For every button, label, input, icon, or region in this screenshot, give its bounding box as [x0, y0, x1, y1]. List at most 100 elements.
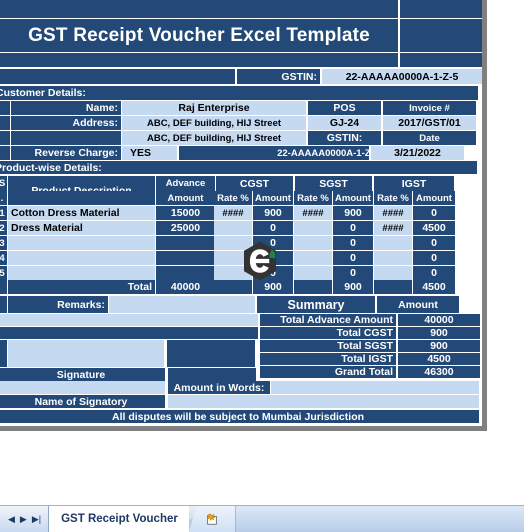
sheet-tab-gst-receipt-voucher[interactable]: GST Receipt Voucher: [49, 506, 189, 532]
cell-sgst_rate[interactable]: [294, 266, 332, 280]
cell-sgst_amt[interactable]: 0: [333, 266, 373, 280]
cell-cgst_amt[interactable]: 900: [253, 206, 293, 220]
cell-sgst_rate[interactable]: [294, 221, 332, 235]
cell-sno[interactable]: 1: [0, 206, 7, 220]
col-header-cgst-rate: Rate %: [214, 191, 252, 205]
cell-cgst_amt[interactable]: 0: [253, 221, 293, 235]
cell-sgst_rate[interactable]: [294, 251, 332, 265]
cell-igst_amt[interactable]: 0: [413, 266, 455, 280]
cell-igst_rate[interactable]: [374, 236, 412, 250]
cell-desc[interactable]: [8, 266, 155, 280]
signature-value[interactable]: [8, 340, 164, 367]
table-row[interactable]: 3 0 0 0: [0, 236, 482, 250]
cell-advance[interactable]: [156, 266, 215, 280]
cell-igst_rate[interactable]: [374, 266, 412, 280]
amount-in-words-row: Amount in Words:: [0, 381, 482, 394]
total-igst-rate: [374, 280, 412, 294]
top-band-row: [0, 0, 482, 18]
left-narrow-col: [0, 340, 7, 367]
cell-igst_amt[interactable]: 0: [413, 251, 455, 265]
nav-first-icon[interactable]: ◀: [8, 514, 15, 524]
cell-igst_amt[interactable]: 4500: [413, 221, 455, 235]
nav-next-icon[interactable]: ▶|: [32, 514, 41, 524]
blank-light-cell[interactable]: [0, 381, 165, 394]
signature-block-row: [0, 340, 260, 367]
new-sheet-tab-button[interactable]: [188, 506, 236, 532]
cell-sno[interactable]: 5: [0, 266, 7, 280]
name-of-signatory-value[interactable]: [168, 395, 479, 408]
cell-cgst_amt[interactable]: 0: [253, 251, 293, 265]
address-line2-value[interactable]: ABC, DEF building, HIJ Street: [122, 131, 306, 145]
cell-sgst_amt[interactable]: 900: [333, 206, 373, 220]
cell-advance[interactable]: 25000: [156, 221, 215, 235]
address-line1-value[interactable]: ABC, DEF building, HIJ Street: [122, 116, 306, 130]
address-label-continued: [11, 131, 121, 145]
cell-desc[interactable]: [8, 236, 155, 250]
total-sgst-rate: [294, 280, 332, 294]
reverse-charge-value[interactable]: YES: [122, 146, 177, 160]
cell-sno[interactable]: 3: [0, 236, 7, 250]
remarks-continuation-row-2: [0, 327, 260, 339]
summary-row-value: 900: [398, 327, 480, 339]
cell-desc[interactable]: Dress Material: [8, 221, 155, 235]
jurisdiction-footer-row: All disputes will be subject to Mumbai J…: [0, 410, 482, 423]
col-header-advance-line1: Advance: [156, 176, 215, 191]
date-value[interactable]: 3/21/2022: [371, 146, 464, 160]
name-of-signatory-label: Name of Signatory: [0, 395, 165, 408]
invoice-value[interactable]: 2017/GST/01: [383, 116, 476, 130]
cell-cgst_rate[interactable]: ####: [214, 206, 252, 220]
amount-in-words-value[interactable]: [271, 381, 479, 394]
cell-cgst_rate[interactable]: [214, 221, 252, 235]
cell-igst_rate[interactable]: [374, 251, 412, 265]
table-row[interactable]: 4 0 0 0: [0, 251, 482, 265]
summary-row: Total CGST 900: [260, 327, 482, 339]
blank-light-cell[interactable]: [0, 314, 258, 326]
cell-cgst_rate[interactable]: [214, 251, 252, 265]
sheet-tab-bar[interactable]: ◀ ▶ ▶| GST Receipt Voucher: [0, 505, 524, 532]
cell-igst_rate[interactable]: ####: [374, 206, 412, 220]
cell-sno[interactable]: 4: [0, 251, 7, 265]
nav-prev-icon[interactable]: ▶: [20, 514, 27, 524]
name-value[interactable]: Raj Enterprise: [122, 101, 306, 115]
cell-sgst_rate[interactable]: ####: [294, 206, 332, 220]
cell-sgst_amt[interactable]: 0: [333, 236, 373, 250]
cell-advance[interactable]: 15000: [156, 206, 215, 220]
customer-gstin-value[interactable]: 22-AAAAA0000A-1-Z-5: [179, 146, 379, 160]
table-row[interactable]: 1Cotton Dress Material15000####900####90…: [0, 206, 482, 220]
remarks-value[interactable]: [109, 296, 255, 313]
summary-row-value: 4500: [398, 353, 480, 365]
total-row-sno: [0, 280, 7, 294]
col-header-description-spacer: [8, 191, 155, 205]
date-label: Date: [383, 131, 476, 145]
title-underband-row: [0, 53, 482, 67]
spreadsheet-canvas[interactable]: GST Receipt Voucher Excel Template GSTIN…: [0, 0, 487, 431]
total-label: Total: [8, 280, 155, 294]
cell-sno[interactable]: 2: [0, 221, 7, 235]
cell-sgst_rate[interactable]: [294, 236, 332, 250]
table-row[interactable]: 2Dress Material2500000####4500: [0, 221, 482, 235]
cell-sgst_amt[interactable]: 0: [333, 251, 373, 265]
cell-desc[interactable]: Cotton Dress Material: [8, 206, 155, 220]
address-row-2: ABC, DEF building, HIJ Street GSTIN: Dat…: [0, 131, 482, 145]
cell-cgst_rate[interactable]: [214, 236, 252, 250]
gstin-value[interactable]: 22-AAAAA0000A-1-Z-5: [322, 69, 482, 84]
left-narrow-col: [0, 116, 10, 130]
total-igst-amount: 4500: [413, 280, 455, 294]
col-header-igst-amount: Amount: [413, 191, 455, 205]
cell-advance[interactable]: [156, 251, 215, 265]
cell-cgst_amt[interactable]: 0: [253, 236, 293, 250]
cell-sgst_amt[interactable]: 0: [333, 221, 373, 235]
cell-igst_rate[interactable]: ####: [374, 221, 412, 235]
address-row-1: Address: ABC, DEF building, HIJ Street G…: [0, 116, 482, 130]
pos-value[interactable]: GJ-24: [308, 116, 381, 130]
cell-advance[interactable]: [156, 236, 215, 250]
summary-row-label: Total CGST: [260, 327, 396, 339]
table-row[interactable]: 5 0 0 0: [0, 266, 482, 280]
cell-igst_amt[interactable]: 0: [413, 236, 455, 250]
cell-cgst_amt[interactable]: 0: [253, 266, 293, 280]
cell-igst_amt[interactable]: 0: [413, 206, 455, 220]
cell-cgst_rate[interactable]: [214, 266, 252, 280]
cell-desc[interactable]: [8, 251, 155, 265]
sheet-nav-buttons[interactable]: ◀ ▶ ▶|: [0, 506, 50, 532]
summary-row: Total SGST 900: [260, 340, 482, 352]
